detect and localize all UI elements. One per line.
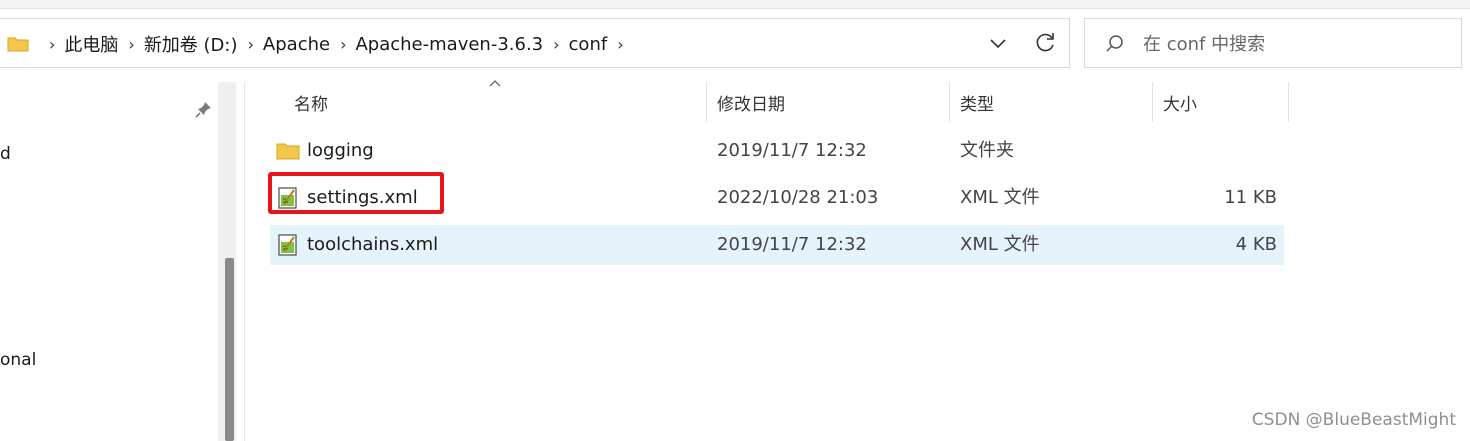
folder-icon [276, 143, 300, 160]
chevron-right-icon[interactable]: › [118, 35, 143, 54]
sort-up-icon [489, 80, 501, 87]
crumb-this-pc[interactable]: 此电脑 [64, 31, 118, 57]
file-name[interactable]: toolchains.xml [307, 225, 438, 265]
address-bar[interactable]: › 此电脑 › 新加卷 (D:) › Apache › Apache-maven… [0, 18, 1070, 68]
column-header-name[interactable]: 名称 [294, 82, 328, 122]
highlight-annotation-box [268, 172, 444, 214]
pin-icon[interactable] [195, 100, 213, 118]
file-type: XML 文件 [960, 234, 1040, 255]
file-row-toolchains-xml[interactable]: toolchains.xml 2019/11/7 12:32 XML 文件 4 … [270, 225, 1284, 265]
file-date: 2019/11/7 12:32 [717, 140, 867, 161]
window-top-strip [0, 0, 1470, 9]
breadcrumb: › 此电脑 › 新加卷 (D:) › Apache › Apache-maven… [39, 19, 633, 69]
column-header-size[interactable]: 大小 [1163, 82, 1197, 122]
column-separator[interactable] [1288, 82, 1289, 122]
file-date: 2022/10/28 21:03 [717, 187, 879, 208]
chevron-right-icon[interactable]: › [543, 35, 568, 54]
pane-divider[interactable] [244, 82, 245, 441]
chevron-right-icon[interactable]: › [330, 35, 355, 54]
search-icon [1106, 35, 1123, 52]
crumb-conf[interactable]: conf [569, 34, 608, 55]
file-row-logging[interactable]: logging 2019/11/7 12:32 文件夹 [270, 131, 1284, 171]
file-name[interactable]: logging [307, 131, 374, 171]
column-separator[interactable] [706, 82, 707, 122]
crumb-drive-d[interactable]: 新加卷 (D:) [144, 31, 238, 57]
file-size: 4 KB [1235, 234, 1277, 255]
nav-item[interactable]: d [0, 144, 11, 164]
crumb-apache-maven[interactable]: Apache-maven-3.6.3 [355, 34, 543, 55]
file-date: 2019/11/7 12:32 [717, 234, 867, 255]
file-type: XML 文件 [960, 187, 1040, 208]
search-box[interactable] [1084, 18, 1462, 68]
watermark: CSDN @BlueBeastMight [1251, 410, 1456, 430]
column-separator[interactable] [1152, 82, 1153, 122]
search-input[interactable] [1143, 31, 1443, 57]
chevron-right-icon[interactable]: › [39, 35, 64, 54]
refresh-icon[interactable] [1032, 30, 1058, 56]
file-type: 文件夹 [960, 140, 1014, 161]
folder-icon [7, 37, 29, 52]
nav-item[interactable]: onal [0, 350, 36, 370]
column-header-date[interactable]: 修改日期 [717, 82, 785, 122]
chevron-right-icon[interactable]: › [238, 35, 263, 54]
xml-file-icon [278, 234, 297, 256]
nav-scrollbar-thumb[interactable] [225, 258, 234, 441]
file-size: 11 KB [1224, 187, 1277, 208]
column-separator[interactable] [949, 82, 950, 122]
chevron-right-icon[interactable]: › [607, 35, 632, 54]
column-header-type[interactable]: 类型 [960, 82, 994, 122]
crumb-apache[interactable]: Apache [263, 34, 330, 55]
chevron-down-icon[interactable] [986, 31, 1010, 55]
